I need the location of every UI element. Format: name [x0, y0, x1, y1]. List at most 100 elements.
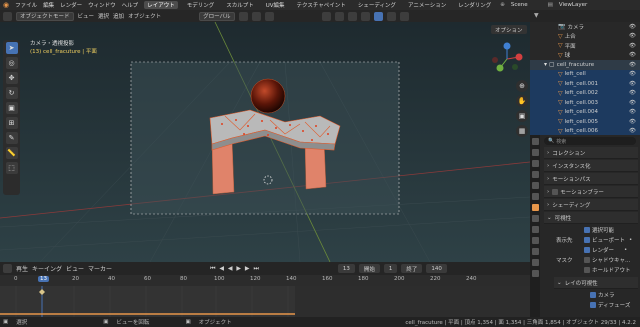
select-tool-icon[interactable]: ➤	[5, 42, 18, 54]
panel-visibility[interactable]: ⌄ 可視性	[544, 212, 638, 224]
timeline-editor[interactable]: 再生 キーイング ビュー マーカー ⏮ ◀ ◀ ▶ ▶ ⏭ 13 開始 1 終了…	[0, 262, 530, 317]
menu-window[interactable]: ウィンドウ	[88, 1, 116, 9]
workspace-tab-modeling[interactable]: モデリング	[184, 1, 218, 9]
panel-ray-visibility[interactable]: ⌄ レイの可視性	[554, 277, 638, 289]
eye-icon[interactable]: 👁	[629, 62, 636, 68]
mask-shadow-catcher-row[interactable]: マスク シャドウキャ...	[544, 255, 640, 265]
eye-icon[interactable]: 👁	[629, 52, 636, 58]
ray-camera-checkbox[interactable]	[590, 292, 596, 298]
eye-icon[interactable]: 👁	[629, 90, 636, 96]
overlay-icon[interactable]	[347, 11, 357, 21]
proportional-edit-icon[interactable]	[264, 11, 274, 21]
viewport-menu-view[interactable]: ビュー	[78, 12, 95, 20]
current-frame-field[interactable]: 13	[337, 264, 355, 273]
outliner-row-table[interactable]: ▽ 上合 👁	[530, 32, 640, 42]
menu-help[interactable]: ヘルプ	[122, 1, 139, 9]
outliner-row-plane[interactable]: ▽ 平面 👁	[530, 41, 640, 51]
workspace-tab-shading[interactable]: シェーディング	[355, 1, 399, 9]
timeline-menu-marker[interactable]: マーカー	[88, 264, 112, 273]
panel-motion-blur[interactable]: › モーションブラー	[544, 186, 638, 198]
start-frame-field[interactable]: 1	[383, 264, 398, 273]
xray-icon[interactable]	[360, 11, 370, 21]
eye-icon[interactable]: 👁	[629, 71, 636, 77]
workspace-tab-rendering[interactable]: レンダリング	[455, 1, 494, 9]
panel-collections[interactable]: › コレクション	[544, 147, 638, 159]
outliner-row-cell[interactable]: ▽ left_cell 👁	[530, 69, 640, 79]
eye-icon[interactable]: 👁	[629, 81, 636, 87]
viewport-menu-object[interactable]: オブジェクト	[128, 12, 161, 20]
eye-icon[interactable]: 👁	[629, 33, 636, 39]
workspace-tab-animation[interactable]: アニメーション	[405, 1, 449, 9]
selectable-row[interactable]: 選択可能	[544, 225, 640, 235]
keyframe-dot-icon[interactable]: •	[624, 247, 627, 253]
motion-blur-checkbox[interactable]	[552, 188, 559, 195]
menu-edit[interactable]: 編集	[43, 1, 54, 9]
cursor-tool-icon[interactable]: ◎	[5, 57, 18, 69]
mode-dropdown[interactable]: オブジェクトモード	[16, 11, 74, 21]
keyframe-dot-icon[interactable]: •	[629, 237, 632, 243]
pivot-icon[interactable]	[238, 11, 248, 21]
view-layer-selector[interactable]: ViewLayer	[559, 2, 587, 8]
perspective-toggle-icon[interactable]: ▦	[516, 125, 528, 137]
show-in-render-row[interactable]: レンダー •	[544, 245, 640, 255]
outliner-row-cell[interactable]: ▽ left_cell.006 👁	[530, 126, 640, 135]
panel-shading[interactable]: › シェーディング	[544, 199, 638, 211]
current-frame-marker[interactable]: 13	[38, 276, 49, 282]
eye-icon[interactable]: 👁	[629, 109, 636, 115]
workspace-tab-texture-paint[interactable]: テクスチャペイント	[294, 1, 349, 9]
workspace-tab-sculpt[interactable]: スカルプト	[223, 1, 257, 9]
move-tool-icon[interactable]: ✥	[5, 72, 18, 84]
timeline-menu-playback[interactable]: 再生	[16, 264, 28, 273]
pan-hand-icon[interactable]: ✋	[516, 95, 528, 107]
ray-diffuse-row[interactable]: ディフューズ	[544, 300, 640, 310]
transform-orientation-dropdown[interactable]: グローバル	[199, 11, 235, 21]
timeline-editor-icon[interactable]	[3, 264, 12, 273]
ray-diffuse-checkbox[interactable]	[590, 302, 596, 308]
outliner-row-cell[interactable]: ▽ left_cell.002 👁	[530, 88, 640, 98]
camera-view-icon[interactable]: ▣	[516, 110, 528, 122]
viewport-checkbox[interactable]	[584, 237, 590, 243]
outliner[interactable]: ▼ 📷 カメラ 👁 ▽ 上合 👁 ▽ 平面 👁 ▽ 球 👁 ▾ ▢ cell_fracuture 👁 …	[530, 10, 640, 135]
timeline-menu-view[interactable]: ビュー	[66, 264, 84, 273]
outliner-row-cell[interactable]: ▽ left_cell.003 👁	[530, 98, 640, 108]
snap-icon[interactable]	[251, 11, 261, 21]
outliner-row-cell[interactable]: ▽ left_cell.005 👁	[530, 117, 640, 127]
shadow-catcher-checkbox[interactable]	[584, 257, 590, 263]
properties-search[interactable]: 🔍 検索	[544, 137, 636, 145]
rotate-tool-icon[interactable]: ↻	[5, 87, 18, 99]
eye-icon[interactable]: 👁	[629, 119, 636, 125]
panel-motion-paths[interactable]: › モーションパス	[544, 173, 638, 185]
add-cube-tool-icon[interactable]: ⬚	[5, 162, 18, 174]
viewport-menu-select[interactable]: 選択	[98, 12, 109, 20]
outliner-row-camera[interactable]: 📷 カメラ 👁	[530, 22, 640, 32]
scene-selector[interactable]: Scene	[511, 2, 528, 8]
outliner-row-sphere[interactable]: ▽ 球 👁	[530, 51, 640, 61]
options-dropdown[interactable]: オプション	[491, 25, 527, 34]
frame-ruler[interactable]: 0 20 40 60 80 100 120 140 160 180 200 22…	[0, 275, 530, 286]
eye-icon[interactable]: 👁	[629, 128, 636, 134]
blender-logo-icon[interactable]: ◉	[3, 1, 9, 9]
visibility-icon[interactable]	[321, 11, 331, 21]
holdout-row[interactable]: ホールドアウト	[544, 265, 640, 275]
zoom-icon[interactable]: ⊕	[516, 80, 528, 92]
shading-solid-icon[interactable]	[373, 11, 383, 21]
annotate-tool-icon[interactable]: ✎	[5, 132, 18, 144]
properties-editor[interactable]: 🔍 検索 › コレクション › インスタンス化 › モーションパス › モーションブラー …	[530, 135, 640, 317]
outliner-row-cell[interactable]: ▽ left_cell.001 👁	[530, 79, 640, 89]
measure-tool-icon[interactable]: 📏	[5, 147, 18, 159]
eye-icon[interactable]: 👁	[629, 24, 636, 30]
shading-material-icon[interactable]	[386, 11, 396, 21]
end-frame-field[interactable]: 140	[426, 264, 447, 273]
menu-file[interactable]: ファイル	[15, 1, 37, 9]
gizmo-icon[interactable]	[334, 11, 344, 21]
holdout-checkbox[interactable]	[584, 267, 590, 273]
selectable-checkbox[interactable]	[584, 227, 590, 233]
eye-icon[interactable]: 👁	[629, 100, 636, 106]
show-in-viewport-row[interactable]: 表示先 ビューポート •	[544, 235, 640, 245]
outliner-row-cell[interactable]: ▽ left_cell.004 👁	[530, 107, 640, 117]
viewport-menu-add[interactable]: 追加	[113, 12, 124, 20]
filter-icon[interactable]: ▼	[534, 12, 539, 19]
shading-rendered-icon[interactable]	[399, 11, 409, 21]
workspace-tab-uv[interactable]: UV編集	[263, 1, 288, 9]
timeline-track-area[interactable]	[0, 286, 530, 317]
